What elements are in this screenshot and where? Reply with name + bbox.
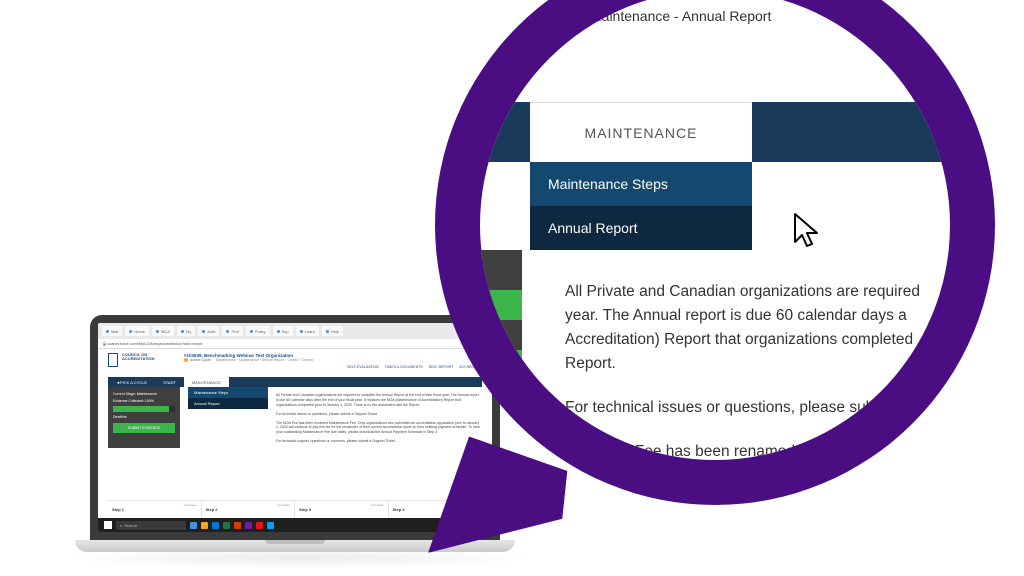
sidebar-heading: Current Stage: Maintenance — [113, 392, 175, 396]
step-1[interactable]: Step 1Complete — [108, 501, 202, 518]
task-icon[interactable] — [190, 522, 197, 529]
task-icon[interactable] — [245, 522, 252, 529]
cursor-icon — [790, 212, 824, 252]
tab-maintenance[interactable]: MAINTENANCE — [530, 102, 752, 162]
step-2[interactable]: Step 2Complete — [202, 501, 296, 518]
nav-pick-cycle[interactable]: ◄ PICK A CYCLE — [108, 377, 155, 387]
start-icon[interactable] — [104, 521, 112, 529]
step-tabs: Step 1Complete Step 2Complete Step 3Comp… — [108, 500, 482, 518]
browser-tab[interactable]: Auth — [198, 326, 219, 336]
task-icon[interactable] — [234, 522, 241, 529]
task-icon[interactable] — [223, 522, 230, 529]
browser-tab[interactable]: Help — [322, 326, 343, 336]
maintenance-dropdown: Maintenance Steps Annual Report — [188, 387, 268, 409]
zoom-progress-bar — [480, 290, 522, 320]
progress-bar — [113, 406, 175, 412]
zoom-dropdown: Maintenance Steps Annual Report — [530, 162, 752, 250]
status-line: Active Cycle Maintenance · Maintenance ·… — [184, 358, 482, 362]
browser-tabstrip: Mail Home MCA My Auth Prof Policy Sup Le… — [98, 323, 492, 339]
task-icon[interactable] — [256, 522, 263, 529]
header-link[interactable]: TASKS & DOCUMENTS — [385, 365, 423, 369]
search-icon: ⌕ — [120, 523, 122, 528]
header-links: SELF-EVALUATION TASKS & DOCUMENTS SELF-R… — [347, 365, 482, 369]
browser-tab[interactable]: My — [177, 326, 195, 336]
browser-tab[interactable]: Sup — [273, 326, 293, 336]
status-dot-icon — [184, 358, 188, 362]
browser-tab[interactable]: Policy — [246, 326, 270, 336]
browser-tab[interactable]: Mail — [102, 326, 122, 336]
address-bar[interactable]: 🔒 coanet.force.com/MyCOA/myaccreditation… — [98, 339, 492, 349]
screen: Mail Home MCA My Auth Prof Policy Sup Le… — [98, 323, 492, 532]
task-icon[interactable] — [267, 522, 274, 529]
step-3[interactable]: Step 3Complete — [295, 501, 389, 518]
submit-evidence-button[interactable]: SUBMIT EVIDENCE — [113, 423, 175, 433]
zoom-navbar: MAINTENANCE — [480, 102, 950, 162]
org-logo: COUNCIL ON ACCREDITATION — [108, 353, 150, 367]
dropdown-annual-report[interactable]: Annual Report — [188, 398, 268, 409]
nav-start[interactable]: START — [155, 377, 184, 387]
main-nav: ◄ PICK A CYCLE START MAINTENANCE — [108, 377, 482, 387]
deadline-label: Deadline — [113, 415, 175, 419]
zoom-body-copy: All Private and Canadian organizations a… — [565, 280, 950, 460]
dropdown-maintenance-steps[interactable]: Maintenance Steps — [188, 387, 268, 398]
task-icon[interactable] — [212, 522, 219, 529]
header-link[interactable]: SELF-EVALUATION — [347, 365, 379, 369]
windows-taskbar: ⌕Search 2:43 PM 1/13/2021 — [98, 518, 492, 532]
nav-maintenance[interactable]: MAINTENANCE — [184, 377, 229, 387]
browser-tab[interactable]: Prof — [222, 326, 242, 336]
browser-tab[interactable]: Learn — [296, 326, 319, 336]
header-link[interactable]: SELF-REPORT — [429, 365, 453, 369]
body-copy: All Private and Canadian organizations a… — [276, 387, 482, 448]
zoom-breadcrumb: Maintenance - Annual Report — [590, 8, 771, 24]
taskbar-search[interactable]: ⌕Search — [116, 521, 186, 530]
dropdown-maintenance-steps[interactable]: Maintenance Steps — [530, 162, 752, 206]
task-icon[interactable] — [201, 522, 208, 529]
browser-tab[interactable]: MCA — [152, 326, 174, 336]
magnifier-callout: Maintenance - Annual Report MAINTENANCE … — [435, 0, 995, 505]
browser-tab[interactable]: Home — [125, 326, 149, 336]
zoom-submit-button[interactable] — [480, 350, 522, 400]
dropdown-annual-report[interactable]: Annual Report — [530, 206, 752, 250]
progress-sidebar: Current Stage: Maintenance Evidence Coll… — [108, 387, 180, 448]
evidence-label: Evidence Collected: 100% — [113, 399, 175, 403]
